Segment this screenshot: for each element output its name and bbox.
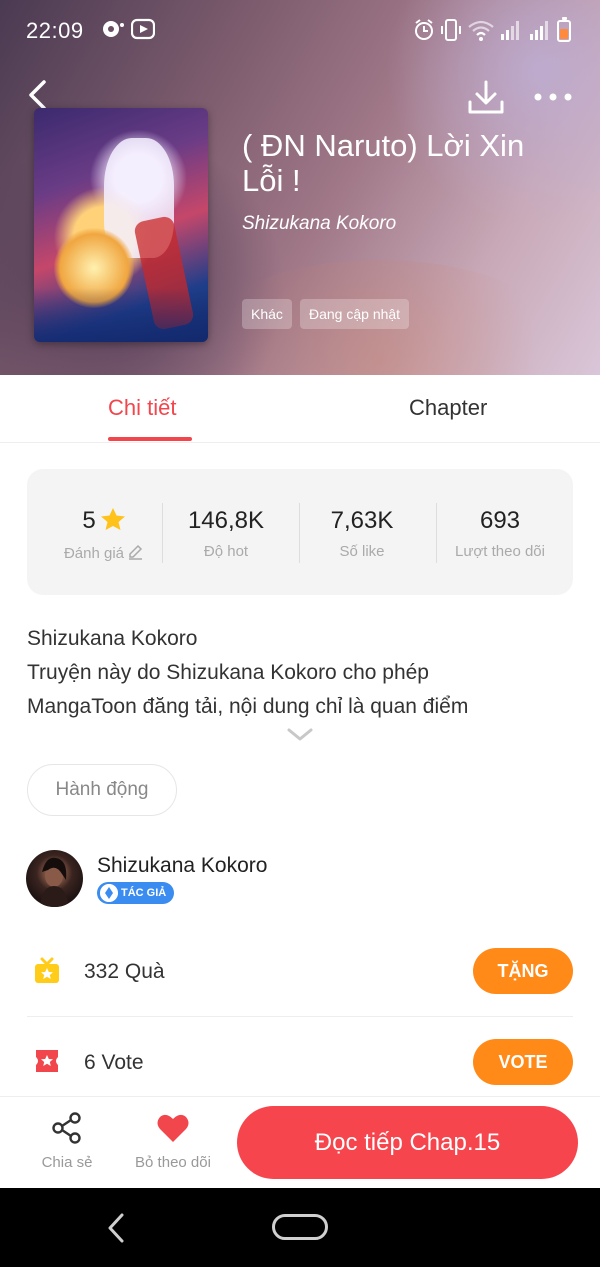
continue-reading-button[interactable]: Đọc tiếp Chap.15 (237, 1106, 578, 1179)
tab-details[interactable]: Chi tiết (108, 395, 176, 421)
star-icon (100, 508, 125, 530)
story-cover-image (34, 108, 208, 342)
followers-value: 693 (479, 507, 521, 534)
tab-chapter[interactable]: Chapter (409, 395, 487, 421)
stat-followers: 693 Lượt theo dõi (432, 507, 568, 560)
system-home-icon[interactable] (272, 1214, 328, 1240)
share-label: Chia sẻ (41, 1154, 93, 1171)
author-badge-icon (100, 884, 118, 902)
likes-value: 7,63K (330, 507, 394, 534)
divider (27, 1016, 573, 1017)
back-arrow-icon[interactable] (22, 78, 56, 112)
vote-unit: Vote (101, 1051, 144, 1074)
edit-pencil-icon (129, 544, 143, 560)
author-badge: TÁC GIẢ (97, 882, 175, 904)
likes-label: Số like (339, 543, 385, 560)
more-options-icon[interactable] (532, 82, 574, 112)
description-line: Truyện này do Shizukana Kokoro cho phép (27, 661, 429, 684)
gift-button[interactable]: TẶNG (473, 948, 573, 994)
battery-icon (557, 17, 571, 42)
story-title: ( ĐN Naruto) Lời Xin Lỗi ! (242, 128, 525, 198)
gift-count-text: 332 Quà (84, 960, 165, 984)
stat-hot: 146,8K Độ hot (158, 507, 294, 560)
author-name[interactable]: Shizukana Kokoro (97, 854, 267, 878)
status-bar: 22:09 (0, 0, 600, 60)
story-author[interactable]: Shizukana Kokoro (242, 213, 396, 235)
gift-icon (35, 957, 59, 983)
description-line: MangaToon đăng tải, nội dung chỉ là quan… (27, 695, 469, 718)
alarm-icon (415, 19, 433, 40)
expand-chevron-icon[interactable] (287, 727, 313, 743)
author-avatar[interactable] (26, 850, 83, 907)
gift-count: 332 (84, 960, 120, 983)
active-tab-indicator (108, 437, 192, 441)
description-line: Shizukana Kokoro (27, 627, 198, 650)
rating-label: Đánh giá (63, 545, 125, 562)
media-notification-icon (131, 18, 155, 40)
action-button[interactable]: Hành động (27, 764, 177, 816)
story-description[interactable]: Shizukana Kokoro Truyện này do Shizukana… (27, 622, 573, 724)
share-icon (52, 1112, 81, 1144)
system-navigation-bar (0, 1188, 600, 1267)
system-back-icon[interactable] (104, 1212, 128, 1244)
bottom-action-bar: Chia sẻ Bỏ theo dõi Đọc tiếp Chap.15 (0, 1096, 600, 1188)
heart-icon (157, 1114, 189, 1142)
unfollow-label: Bỏ theo dõi (135, 1154, 211, 1171)
vibrate-icon (441, 19, 461, 41)
chat-notification-icon (103, 21, 124, 37)
gift-unit: Quà (124, 960, 165, 983)
story-header: 22:09 (ĐN Naruto) Lời Xin Lỗi ! Shizuka… (0, 0, 600, 375)
cell-signal-icon (501, 21, 519, 40)
vote-count: 6 (84, 1051, 96, 1074)
vote-ticket-icon (36, 1050, 58, 1072)
avatar-image (40, 857, 69, 907)
stat-rating[interactable]: 5 Đánh giá (36, 507, 172, 562)
share-button[interactable]: Chia sẻ (22, 1111, 112, 1171)
stats-panel: 5 Đánh giá 146,8K Độ hot 7,63K Số like 6… (27, 469, 573, 595)
tag-genre[interactable]: Khác (242, 299, 292, 329)
vote-count-text: 6 Vote (84, 1051, 144, 1075)
unfollow-button[interactable]: Bỏ theo dõi (128, 1111, 218, 1171)
tag-status: Đang cập nhật (300, 299, 410, 329)
tab-bar: Chi tiết Chapter (0, 375, 600, 443)
cell-signal-2-icon (530, 21, 548, 40)
wifi-icon (468, 20, 494, 41)
vote-button[interactable]: VOTE (473, 1039, 573, 1085)
followers-label: Lượt theo dõi (455, 543, 545, 560)
hot-label: Độ hot (203, 543, 249, 560)
stat-likes: 7,63K Số like (294, 507, 430, 560)
hot-value: 146,8K (187, 507, 265, 534)
download-icon[interactable] (466, 78, 506, 118)
status-time: 22:09 (26, 18, 84, 43)
rating-value: 5 (82, 507, 96, 534)
author-badge-label: TÁC GIẢ (121, 887, 167, 899)
